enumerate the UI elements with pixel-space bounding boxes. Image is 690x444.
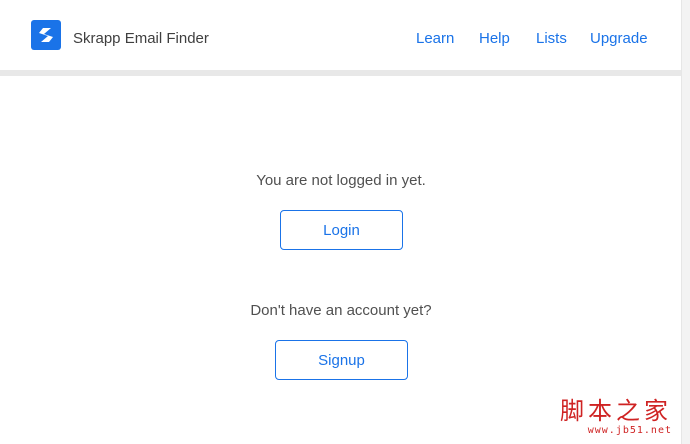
no-account-message: Don't have an account yet? [250,302,432,319]
skrapp-logo-icon [31,20,61,50]
not-logged-in-message: You are not logged in yet. [256,172,426,189]
nav-help-link[interactable]: Help [479,30,510,47]
nav-upgrade-link[interactable]: Upgrade [590,30,648,47]
signup-button[interactable]: Signup [275,340,408,380]
watermark-url-text: www.jb51.net [587,425,672,436]
site-watermark: 脚本之家 www.jb51.net [560,397,672,436]
login-button[interactable]: Login [280,210,403,250]
app-title: Skrapp Email Finder [73,30,209,47]
nav-learn-link[interactable]: Learn [416,30,454,47]
watermark-chinese-text: 脚本之家 [560,397,672,425]
header-divider [0,70,682,76]
nav-lists-link[interactable]: Lists [536,30,567,47]
signup-button-label: Signup [318,351,365,369]
scrollbar-track[interactable] [681,0,690,444]
login-button-label: Login [323,221,360,239]
header-bar: Skrapp Email Finder Learn Help Lists Upg… [0,0,682,70]
